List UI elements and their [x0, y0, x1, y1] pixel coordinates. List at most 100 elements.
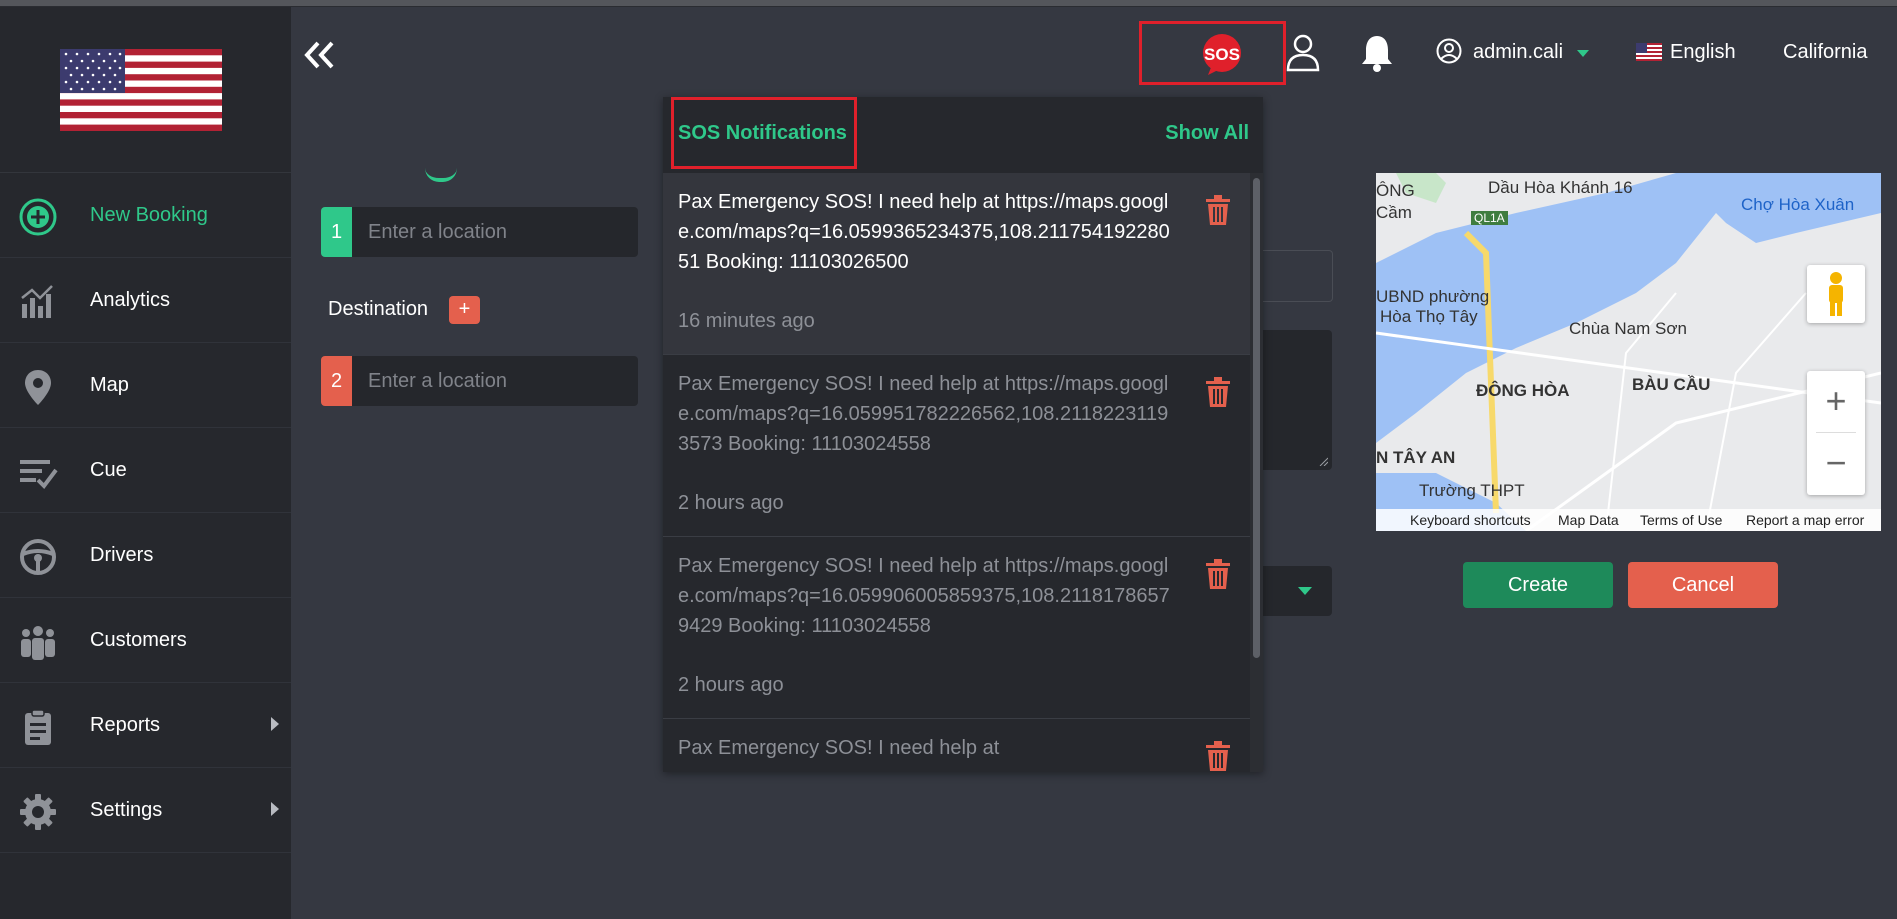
terms-of-use-link[interactable]: Terms of Use: [1640, 512, 1722, 528]
user-icon[interactable]: [1286, 34, 1320, 72]
scroll-hint: [425, 168, 457, 182]
notification-message: Pax Emergency SOS! I need help at: [678, 737, 1000, 759]
trash-icon[interactable]: [1206, 741, 1230, 771]
street-view-pegman[interactable]: [1807, 265, 1865, 323]
trash-icon[interactable]: [1206, 559, 1230, 589]
chevron-right-icon: [271, 802, 279, 816]
map-label: Chùa Nam Sơn: [1569, 319, 1687, 338]
notes-textarea-partial[interactable]: [1262, 330, 1332, 470]
caret-down-icon[interactable]: [1577, 50, 1589, 57]
scrollbar-thumb[interactable]: [1253, 178, 1260, 658]
add-destination-button[interactable]: +: [449, 296, 480, 324]
map-label: Cầm: [1376, 203, 1412, 222]
chevron-right-icon: [271, 717, 279, 731]
resize-handle-icon[interactable]: [1318, 456, 1328, 466]
account-circle-icon[interactable]: [1436, 38, 1462, 64]
dropdown-header: SOS Notifications Show All: [663, 97, 1263, 173]
sidebar-item-drivers[interactable]: Drivers: [0, 513, 291, 598]
sos-icon[interactable]: SOS: [1200, 33, 1244, 77]
notification-item[interactable]: Pax Emergency SOS! I need help at https:…: [663, 537, 1250, 719]
pickup-number: 1: [321, 207, 352, 257]
sidebar-item-analytics[interactable]: Analytics: [0, 258, 291, 343]
map-label: N TÂY AN: [1376, 448, 1456, 467]
notification-time: 2 hours ago: [678, 674, 784, 696]
notification-item[interactable]: Pax Emergency SOS! I need help at: [663, 719, 1250, 772]
sidebar-item-label: Map: [90, 374, 129, 396]
trash-icon[interactable]: [1206, 195, 1230, 225]
map-view[interactable]: Dầu Hòa Khánh 16 Chợ Hòa Xuân ÔNG Cầm QL…: [1376, 173, 1881, 531]
sidebar: New Booking Analytics Map Cue Drivers Cu…: [0, 7, 291, 919]
svg-text:SOS: SOS: [1204, 45, 1240, 64]
form-field-partial[interactable]: [1262, 250, 1333, 302]
notification-message: Pax Emergency SOS! I need help at https:…: [678, 373, 1169, 455]
checklist-icon: [20, 460, 58, 490]
region-selector[interactable]: California: [1783, 41, 1867, 64]
notification-time: 16 minutes ago: [678, 310, 815, 332]
pickup-location-input[interactable]: [352, 207, 638, 257]
sidebar-item-new-booking[interactable]: New Booking: [0, 173, 291, 258]
map-label: ÔNG: [1376, 181, 1415, 200]
map-data-link[interactable]: Map Data: [1558, 512, 1619, 528]
plus-circle-icon: [19, 198, 57, 236]
map-background: [1376, 173, 1881, 531]
map-label: BÀU CẦU: [1632, 375, 1711, 394]
zoom-controls: + −: [1807, 371, 1865, 495]
collapse-sidebar-icon[interactable]: [302, 38, 338, 72]
logo-area: [0, 7, 291, 173]
sidebar-item-label: New Booking: [90, 204, 208, 226]
map-label: Dầu Hòa Khánh 16: [1488, 178, 1633, 197]
select-field-partial[interactable]: [1262, 566, 1332, 616]
people-group-icon: [21, 626, 55, 660]
keyboard-shortcuts-link[interactable]: Keyboard shortcuts: [1410, 512, 1531, 528]
zoom-in-button[interactable]: +: [1807, 371, 1865, 433]
sidebar-item-label: Drivers: [90, 544, 154, 566]
dropdown-title: SOS Notifications: [678, 122, 847, 144]
window-top-border: [0, 0, 1897, 7]
clipboard-icon: [25, 709, 51, 745]
sidebar-item-reports[interactable]: Reports: [0, 683, 291, 768]
cancel-button[interactable]: Cancel: [1628, 562, 1778, 608]
notification-message: Pax Emergency SOS! I need help at https:…: [678, 555, 1170, 637]
sidebar-item-label: Settings: [90, 799, 163, 821]
map-pin-icon: [25, 370, 51, 405]
sidebar-item-label: Analytics: [90, 289, 171, 311]
bell-icon[interactable]: [1360, 34, 1394, 72]
language-selector[interactable]: English: [1670, 41, 1736, 64]
report-map-error-link[interactable]: Report a map error: [1746, 512, 1864, 528]
destination-location-input[interactable]: [352, 356, 638, 406]
notification-item[interactable]: Pax Emergency SOS! I need help at https:…: [663, 173, 1250, 355]
sidebar-item-customers[interactable]: Customers: [0, 598, 291, 683]
us-flag-icon: [1636, 43, 1662, 61]
notification-message: Pax Emergency SOS! I need help at https:…: [678, 191, 1170, 273]
create-button[interactable]: Create: [1463, 562, 1613, 608]
trash-icon[interactable]: [1206, 377, 1230, 407]
notification-time: 2 hours ago: [678, 492, 784, 514]
map-label: UBND phường: [1376, 287, 1490, 306]
show-all-link[interactable]: Show All: [1165, 122, 1249, 145]
map-label: Chợ Hòa Xuân: [1741, 195, 1855, 214]
map-footer: Keyboard shortcuts Map Data Terms of Use…: [1376, 509, 1881, 531]
dropdown-scrollbar[interactable]: [1250, 173, 1263, 772]
us-flag-logo: [60, 49, 222, 131]
map-label: ĐÔNG HÒA: [1476, 381, 1570, 400]
steering-wheel-icon: [20, 539, 56, 575]
sidebar-item-label: Cue: [90, 459, 127, 481]
sidebar-item-label: Customers: [90, 629, 187, 651]
account-name[interactable]: admin.cali: [1473, 41, 1563, 64]
destination-label: Destination: [328, 298, 429, 320]
sidebar-item-settings[interactable]: Settings: [0, 768, 291, 853]
caret-down-icon: [1298, 587, 1312, 595]
sidebar-item-cue[interactable]: Cue: [0, 428, 291, 513]
zoom-out-button[interactable]: −: [1807, 433, 1865, 495]
pickup-row: 1: [321, 207, 638, 257]
pegman-icon: [1829, 272, 1843, 316]
highway-shield: QL1A: [1471, 211, 1508, 225]
destination-row: 2: [321, 356, 638, 406]
sidebar-item-map[interactable]: Map: [0, 343, 291, 428]
gear-icon: [20, 794, 56, 830]
map-label: Hòa Thọ Tây: [1380, 307, 1478, 326]
notification-item[interactable]: Pax Emergency SOS! I need help at https:…: [663, 355, 1250, 537]
sidebar-item-label: Reports: [90, 714, 161, 736]
destination-number: 2: [321, 356, 352, 406]
analytics-icon: [21, 285, 53, 318]
